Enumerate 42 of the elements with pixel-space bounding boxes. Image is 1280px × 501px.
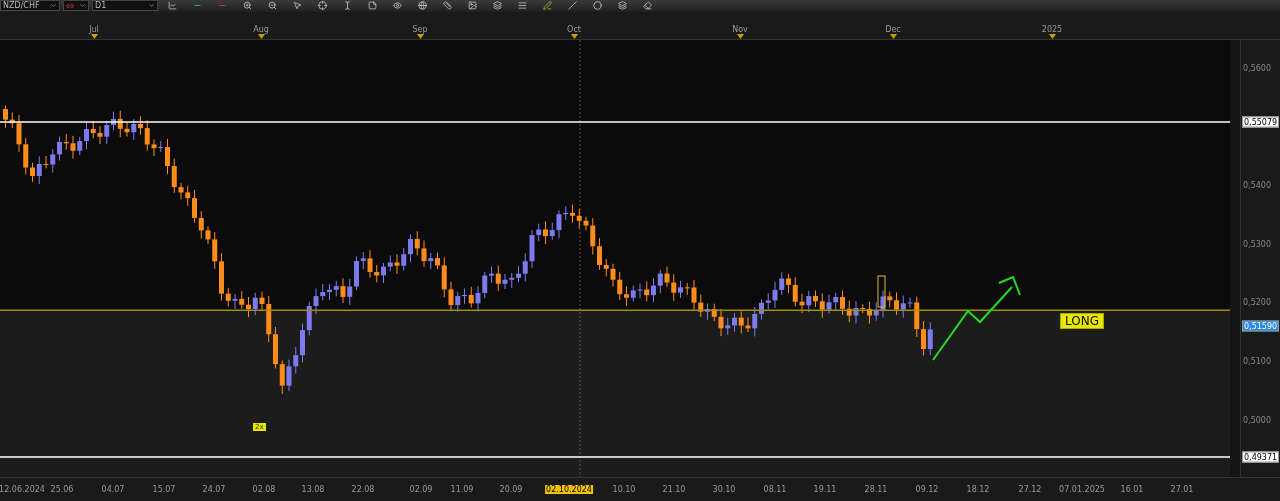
date-label: 13.08 [300,484,326,494]
price-tick: 0,5000 [1243,415,1271,425]
date-label: 25.06 [49,484,75,494]
price-tick: 0,5600 [1243,63,1271,73]
date-label: 07.01.2025 [1058,484,1106,494]
date-label: 28.11 [863,484,889,494]
date-label: 20.09 [498,484,524,494]
current-price-label: 0,51590 [1242,321,1280,332]
date-label: 10.10 [611,484,637,494]
date-label: 11.09 [449,484,475,494]
price-tick: 0,5200 [1243,297,1271,307]
date-label: 02.10.2024 [545,484,593,494]
date-label: 27.12 [1017,484,1043,494]
month-label: Nov [732,24,748,34]
date-label: 15.07 [151,484,177,494]
month-label: Oct [567,24,581,34]
price-tick: 0,5300 [1243,239,1271,249]
month-label: Dec [885,24,901,34]
symbol-dropdown[interactable]: NZD/CHF [0,0,60,12]
level-price-label: 0,49371 [1242,451,1280,463]
date-label: 22.08 [350,484,376,494]
month-label: 2025 [1041,24,1063,34]
date-label: 08.11 [762,484,788,494]
date-label: 04.07 [100,484,126,494]
date-label: 18.12 [965,484,991,494]
price-tick: 0,5100 [1243,356,1271,366]
timeframe-dropdown[interactable]: D1 [92,0,158,12]
date-label: 19.11 [812,484,838,494]
level-price-label: 0,55079 [1242,116,1280,128]
month-label: Sep [412,24,428,34]
date-label: 09.12 [914,484,940,494]
date-label: 12.06.2024 [0,484,46,494]
month-label: Aug [253,24,269,34]
date-label: 24.07 [201,484,227,494]
date-label: 27.01 [1169,484,1195,494]
date-label: 02.09 [408,484,434,494]
date-label: 02.08 [251,484,277,494]
price-tick: 0,5400 [1243,180,1271,190]
date-label: 30.10 [711,484,737,494]
month-label: Jul [89,24,99,34]
date-label: 21.10 [661,484,687,494]
date-label: 16.01 [1119,484,1145,494]
